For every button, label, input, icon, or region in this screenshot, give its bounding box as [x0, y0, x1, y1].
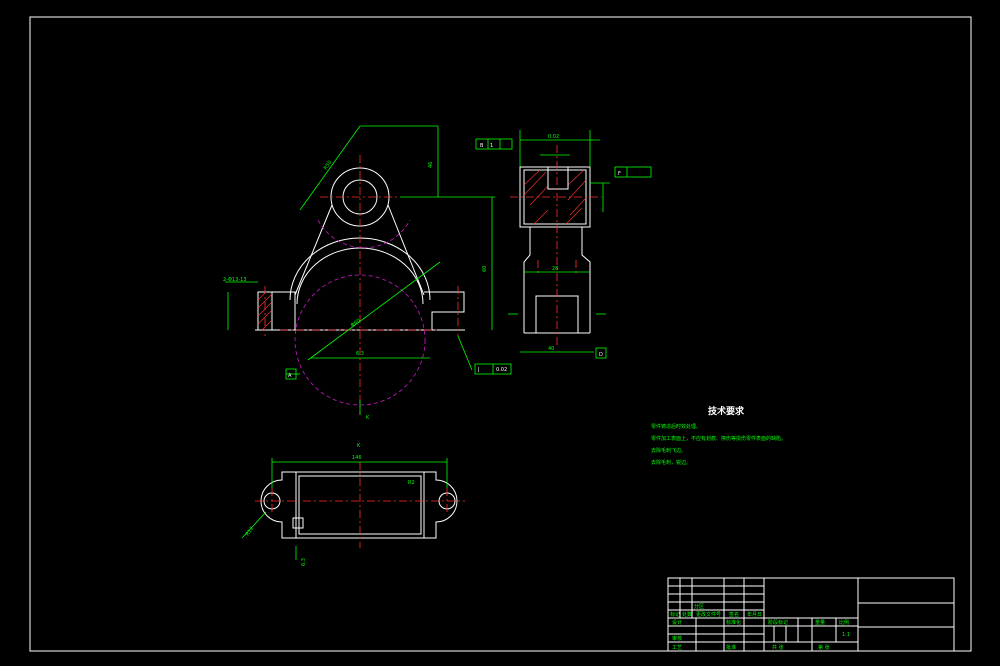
tech-req-item-2: 零件加工表面上，不应有划痕、擦伤等损伤零件表面的缺陷。: [651, 435, 786, 442]
tb-change-doc: 更改文件号: [696, 611, 721, 618]
bottom-small-dim: 6.3: [301, 558, 307, 566]
tb-weight: 重量: [815, 619, 825, 626]
tech-req-item-1: 零件铸造后时效处理。: [651, 423, 701, 430]
bottom-left-dim: R12: [245, 526, 256, 538]
tb-scale-value: 1:1: [842, 632, 850, 638]
front-datum-a: A: [288, 373, 292, 379]
tb-standard: 标准化: [726, 619, 741, 626]
front-tol-value: 0.02: [496, 367, 507, 373]
bottom-radius-label: R2: [408, 480, 415, 486]
front-datum-j: J: [477, 367, 479, 373]
tb-approve: 批准: [726, 644, 736, 651]
tech-req-title: 技术要求: [708, 405, 745, 417]
side-width-dim: 28: [552, 266, 558, 272]
tb-mark: 标记: [670, 611, 680, 618]
side-top-dim: 0.02: [548, 134, 559, 140]
front-depth-dim: 60: [482, 266, 488, 272]
outer-border: [29, 16, 972, 652]
side-bottom-dim: 40: [548, 346, 554, 352]
side-view: [475, 130, 652, 359]
side-datum-d: D: [599, 352, 603, 358]
tech-req-item-3: 去除毛刺飞边。: [651, 447, 686, 454]
bottom-view: [241, 458, 465, 560]
bottom-top-label: K: [357, 443, 361, 449]
bottom-length-dim: 146: [352, 455, 362, 461]
side-datum-b: B: [480, 143, 484, 149]
tb-review: 审核: [672, 635, 682, 642]
front-bottom-dim: 6.3: [356, 351, 364, 357]
front-left-dim: 2-Φ13-13: [223, 277, 246, 283]
front-height-dim: 46: [428, 162, 434, 168]
tb-sheets: 共 张: [772, 644, 784, 651]
tb-process: 工艺: [672, 645, 682, 651]
tb-count: 处数: [682, 611, 692, 618]
tech-req-item-4: 去除毛刺，锐边。: [651, 459, 691, 466]
tb-date: 年月日: [747, 611, 762, 618]
front-view: [225, 125, 512, 415]
side-datum-f: F: [618, 171, 621, 177]
tb-design: 设计: [672, 619, 682, 626]
tb-scale: 比例: [839, 619, 849, 626]
front-cut-label: K: [366, 415, 370, 421]
tb-sheet-no: 第 张: [818, 644, 830, 651]
tb-partition: 分区: [694, 603, 704, 610]
tb-signature: 签名: [729, 611, 739, 618]
side-tol-ref: 1: [490, 143, 493, 149]
tb-stage-mark: 阶段标记: [768, 619, 788, 626]
cad-drawing: 46 R50 Φ60 60 K 6.3 2-Φ13-13 A J 0.02 0.…: [29, 16, 972, 652]
